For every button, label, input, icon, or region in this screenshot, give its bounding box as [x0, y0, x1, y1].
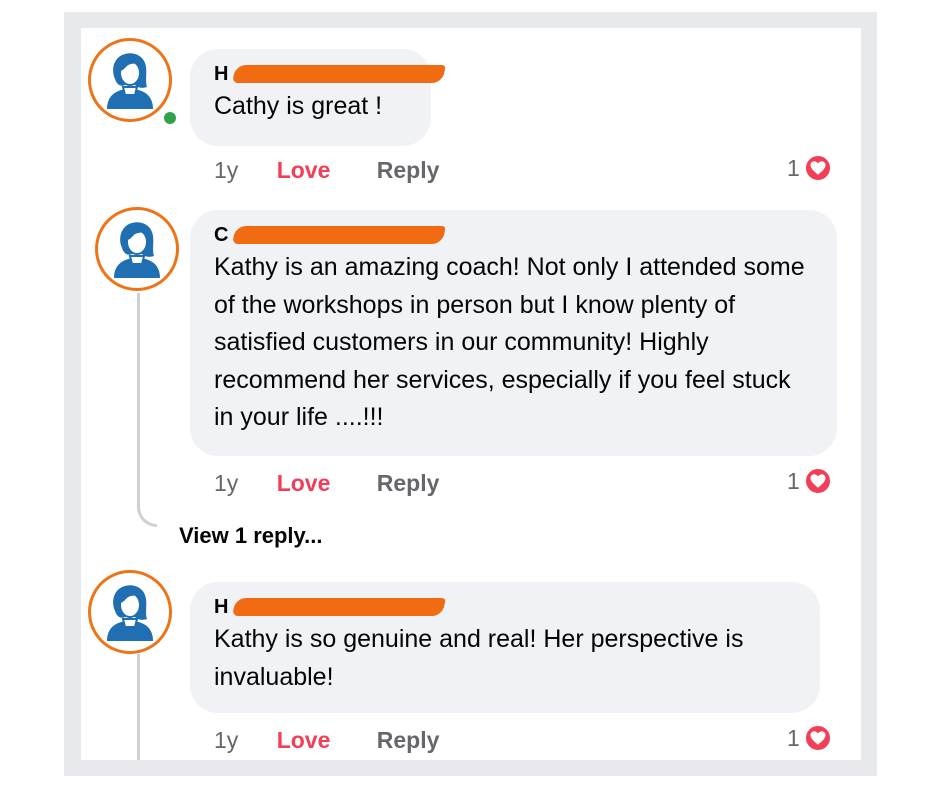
online-status-indicator [162, 110, 178, 126]
heart-icon [803, 467, 832, 495]
comment-author[interactable]: H [214, 595, 796, 619]
comment-timestamp[interactable]: 1y [214, 469, 238, 497]
avatar[interactable] [88, 38, 172, 122]
comment-bubble: H Kathy is so genuine and real! Her pers… [190, 582, 820, 713]
reaction-count: 1 [787, 725, 800, 751]
comment-text: Kathy is an amazing coach! Not only I at… [214, 253, 805, 431]
love-button[interactable]: Love [277, 726, 331, 754]
heart-icon [803, 154, 832, 182]
view-replies-link[interactable]: View 1 reply... [179, 523, 322, 549]
heart-icon [803, 724, 832, 752]
comment-actions: 1y Love Reply [214, 154, 440, 184]
thread-line [137, 293, 140, 501]
redaction-mark [232, 65, 446, 83]
reaction-summary[interactable]: 1 [787, 723, 832, 753]
person-avatar-icon [107, 53, 153, 109]
avatar[interactable] [88, 570, 172, 654]
reply-button[interactable]: Reply [377, 726, 440, 754]
comment-author[interactable]: C [214, 223, 813, 247]
reply-button[interactable]: Reply [377, 469, 440, 497]
comment-actions: 1y Love Reply [214, 467, 440, 497]
comment-timestamp[interactable]: 1y [214, 726, 238, 754]
reaction-summary[interactable]: 1 [787, 153, 832, 183]
comment-text: Kathy is so genuine and real! Her perspe… [214, 625, 744, 691]
reaction-summary[interactable]: 1 [787, 466, 832, 496]
love-button[interactable]: Love [277, 469, 331, 497]
comment-text: Cathy is great ! [214, 92, 383, 120]
thread-connector [137, 499, 157, 527]
person-avatar-icon [107, 585, 153, 641]
reaction-count: 1 [787, 468, 800, 494]
love-button[interactable]: Love [277, 156, 331, 184]
comment-actions: 1y Love Reply [214, 724, 440, 754]
person-avatar-icon [114, 222, 160, 278]
comment-bubble: C Kathy is an amazing coach! Not only I … [190, 210, 837, 456]
reaction-count: 1 [787, 155, 800, 181]
comment-author[interactable]: H [214, 62, 446, 86]
redaction-mark [232, 226, 446, 244]
reply-button[interactable]: Reply [377, 156, 440, 184]
thread-line [137, 654, 140, 760]
comment-bubble: H Cathy is great ! [190, 49, 446, 146]
avatar[interactable] [95, 207, 179, 291]
redaction-mark [232, 598, 446, 616]
comments-panel: H Cathy is great ! 1y Love Reply 1 C Kat… [81, 28, 861, 760]
comment-timestamp[interactable]: 1y [214, 156, 238, 184]
